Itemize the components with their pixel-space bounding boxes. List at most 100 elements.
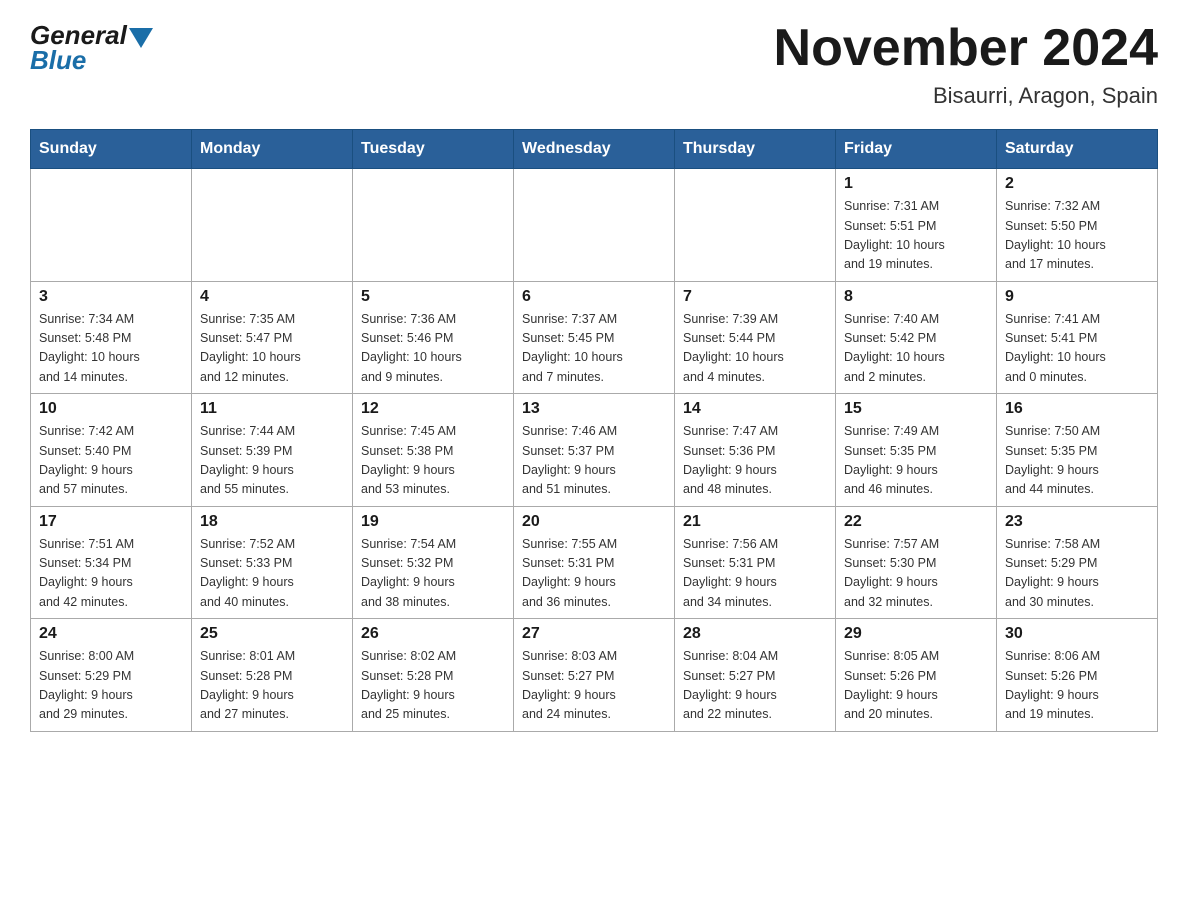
calendar-day-cell: 1Sunrise: 7:31 AMSunset: 5:51 PMDaylight… xyxy=(836,169,997,282)
calendar-day-cell: 27 Sunrise: 8:03 AMSunset: 5:27 PMDayligh… xyxy=(514,619,675,732)
day-info: Sunrise: 8:06 AMSunset: 5:26 PMDaylight:… xyxy=(1005,647,1149,725)
day-info: Sunrise: 7:54 AMSunset: 5:32 PMDaylight:… xyxy=(361,535,505,613)
calendar-day-cell: 12 Sunrise: 7:45 AMSunset: 5:38 PMDayligh… xyxy=(353,394,514,507)
day-number: 28 xyxy=(683,625,827,643)
day-info: Sunrise: 7:46 AMSunset: 5:37 PMDaylight:… xyxy=(522,422,666,500)
day-info: Sunrise: 7:36 AMSunset: 5:46 PMDaylight:… xyxy=(361,310,505,388)
day-info: Sunrise: 7:44 AMSunset: 5:39 PMDaylight:… xyxy=(200,422,344,500)
day-number: 21 xyxy=(683,513,827,531)
day-info: Sunrise: 7:49 AMSunset: 5:35 PMDaylight:… xyxy=(844,422,988,500)
day-number: 8 xyxy=(844,288,988,306)
day-info: Sunrise: 7:58 AMSunset: 5:29 PMDaylight:… xyxy=(1005,535,1149,613)
calendar-day-cell: 28 Sunrise: 8:04 AMSunset: 5:27 PMDayligh… xyxy=(675,619,836,732)
calendar-table: SundayMondayTuesdayWednesdayThursdayFrid… xyxy=(30,129,1158,732)
day-info: Sunrise: 7:39 AMSunset: 5:44 PMDaylight:… xyxy=(683,310,827,388)
calendar-week-row: 1Sunrise: 7:31 AMSunset: 5:51 PMDaylight… xyxy=(31,169,1158,282)
calendar-day-cell: 16 Sunrise: 7:50 AMSunset: 5:35 PMDayligh… xyxy=(997,394,1158,507)
day-number: 27 xyxy=(522,625,666,643)
calendar-day-cell: 5 Sunrise: 7:36 AMSunset: 5:46 PMDaylight… xyxy=(353,281,514,394)
calendar-day-cell: 26 Sunrise: 8:02 AMSunset: 5:28 PMDayligh… xyxy=(353,619,514,732)
day-number: 9 xyxy=(1005,288,1149,306)
day-number: 6 xyxy=(522,288,666,306)
day-info: Sunrise: 7:56 AMSunset: 5:31 PMDaylight:… xyxy=(683,535,827,613)
day-info: Sunrise: 7:52 AMSunset: 5:33 PMDaylight:… xyxy=(200,535,344,613)
calendar-header-monday: Monday xyxy=(192,130,353,169)
calendar-day-cell: 2 Sunrise: 7:32 AMSunset: 5:50 PMDaylight… xyxy=(997,169,1158,282)
calendar-day-cell: 19Sunrise: 7:54 AMSunset: 5:32 PMDayligh… xyxy=(353,506,514,619)
calendar-day-cell: 13 Sunrise: 7:46 AMSunset: 5:37 PMDayligh… xyxy=(514,394,675,507)
calendar-day-cell: 15 Sunrise: 7:49 AMSunset: 5:35 PMDayligh… xyxy=(836,394,997,507)
day-number: 23 xyxy=(1005,513,1149,531)
day-number: 22 xyxy=(844,513,988,531)
day-info: Sunrise: 7:32 AMSunset: 5:50 PMDaylight:… xyxy=(1005,197,1149,275)
calendar-day-cell: 22 Sunrise: 7:57 AMSunset: 5:30 PMDayligh… xyxy=(836,506,997,619)
day-info: Sunrise: 8:04 AMSunset: 5:27 PMDaylight:… xyxy=(683,647,827,725)
day-number: 16 xyxy=(1005,400,1149,418)
day-info: Sunrise: 7:42 AMSunset: 5:40 PMDaylight:… xyxy=(39,422,183,500)
calendar-day-cell: 23 Sunrise: 7:58 AMSunset: 5:29 PMDayligh… xyxy=(997,506,1158,619)
day-number: 2 xyxy=(1005,175,1149,193)
day-info: Sunrise: 7:47 AMSunset: 5:36 PMDaylight:… xyxy=(683,422,827,500)
day-number: 13 xyxy=(522,400,666,418)
calendar-header-sunday: Sunday xyxy=(31,130,192,169)
day-info: Sunrise: 8:03 AMSunset: 5:27 PMDaylight:… xyxy=(522,647,666,725)
day-number: 18 xyxy=(200,513,344,531)
day-info: Sunrise: 7:57 AMSunset: 5:30 PMDaylight:… xyxy=(844,535,988,613)
day-number: 17 xyxy=(39,513,183,531)
calendar-week-row: 10 Sunrise: 7:42 AMSunset: 5:40 PMDayligh… xyxy=(31,394,1158,507)
day-info: Sunrise: 7:45 AMSunset: 5:38 PMDaylight:… xyxy=(361,422,505,500)
day-number: 20 xyxy=(522,513,666,531)
calendar-day-cell: 29 Sunrise: 8:05 AMSunset: 5:26 PMDayligh… xyxy=(836,619,997,732)
calendar-day-cell xyxy=(353,169,514,282)
calendar-day-cell: 8Sunrise: 7:40 AMSunset: 5:42 PMDaylight… xyxy=(836,281,997,394)
calendar-day-cell: 30 Sunrise: 8:06 AMSunset: 5:26 PMDayligh… xyxy=(997,619,1158,732)
calendar-day-cell: 4 Sunrise: 7:35 AMSunset: 5:47 PMDaylight… xyxy=(192,281,353,394)
day-number: 15 xyxy=(844,400,988,418)
calendar-day-cell: 3Sunrise: 7:34 AMSunset: 5:48 PMDaylight… xyxy=(31,281,192,394)
day-number: 30 xyxy=(1005,625,1149,643)
logo-blue-text: Blue xyxy=(30,45,86,76)
day-info: Sunrise: 7:37 AMSunset: 5:45 PMDaylight:… xyxy=(522,310,666,388)
calendar-header-thursday: Thursday xyxy=(675,130,836,169)
calendar-week-row: 24 Sunrise: 8:00 AMSunset: 5:29 PMDayligh… xyxy=(31,619,1158,732)
day-info: Sunrise: 8:05 AMSunset: 5:26 PMDaylight:… xyxy=(844,647,988,725)
day-info: Sunrise: 7:35 AMSunset: 5:47 PMDaylight:… xyxy=(200,310,344,388)
calendar-week-row: 17 Sunrise: 7:51 AMSunset: 5:34 PMDayligh… xyxy=(31,506,1158,619)
title-section: November 2024 Bisaurri, Aragon, Spain xyxy=(774,20,1158,109)
day-info: Sunrise: 8:00 AMSunset: 5:29 PMDaylight:… xyxy=(39,647,183,725)
calendar-day-cell: 25Sunrise: 8:01 AMSunset: 5:28 PMDayligh… xyxy=(192,619,353,732)
day-number: 7 xyxy=(683,288,827,306)
calendar-day-cell: 10 Sunrise: 7:42 AMSunset: 5:40 PMDayligh… xyxy=(31,394,192,507)
day-number: 14 xyxy=(683,400,827,418)
day-info: Sunrise: 7:51 AMSunset: 5:34 PMDaylight:… xyxy=(39,535,183,613)
calendar-header-row: SundayMondayTuesdayWednesdayThursdayFrid… xyxy=(31,130,1158,169)
calendar-day-cell: 7 Sunrise: 7:39 AMSunset: 5:44 PMDaylight… xyxy=(675,281,836,394)
day-number: 4 xyxy=(200,288,344,306)
month-title: November 2024 xyxy=(774,20,1158,77)
day-number: 29 xyxy=(844,625,988,643)
day-info: Sunrise: 8:02 AMSunset: 5:28 PMDaylight:… xyxy=(361,647,505,725)
day-info: Sunrise: 7:31 AMSunset: 5:51 PMDaylight:… xyxy=(844,197,988,275)
calendar-day-cell xyxy=(31,169,192,282)
day-number: 24 xyxy=(39,625,183,643)
calendar-day-cell: 18 Sunrise: 7:52 AMSunset: 5:33 PMDayligh… xyxy=(192,506,353,619)
day-number: 26 xyxy=(361,625,505,643)
day-info: Sunrise: 8:01 AMSunset: 5:28 PMDaylight:… xyxy=(200,647,344,725)
calendar-header-wednesday: Wednesday xyxy=(514,130,675,169)
day-number: 11 xyxy=(200,400,344,418)
day-number: 5 xyxy=(361,288,505,306)
day-number: 3 xyxy=(39,288,183,306)
calendar-day-cell: 21 Sunrise: 7:56 AMSunset: 5:31 PMDayligh… xyxy=(675,506,836,619)
day-info: Sunrise: 7:55 AMSunset: 5:31 PMDaylight:… xyxy=(522,535,666,613)
calendar-day-cell: 24 Sunrise: 8:00 AMSunset: 5:29 PMDayligh… xyxy=(31,619,192,732)
day-number: 12 xyxy=(361,400,505,418)
calendar-header-friday: Friday xyxy=(836,130,997,169)
calendar-header-tuesday: Tuesday xyxy=(353,130,514,169)
calendar-day-cell: 9 Sunrise: 7:41 AMSunset: 5:41 PMDaylight… xyxy=(997,281,1158,394)
page-header: General Blue November 2024 Bisaurri, Ara… xyxy=(30,20,1158,109)
day-number: 10 xyxy=(39,400,183,418)
day-info: Sunrise: 7:50 AMSunset: 5:35 PMDaylight:… xyxy=(1005,422,1149,500)
calendar-week-row: 3Sunrise: 7:34 AMSunset: 5:48 PMDaylight… xyxy=(31,281,1158,394)
calendar-header-saturday: Saturday xyxy=(997,130,1158,169)
day-info: Sunrise: 7:41 AMSunset: 5:41 PMDaylight:… xyxy=(1005,310,1149,388)
